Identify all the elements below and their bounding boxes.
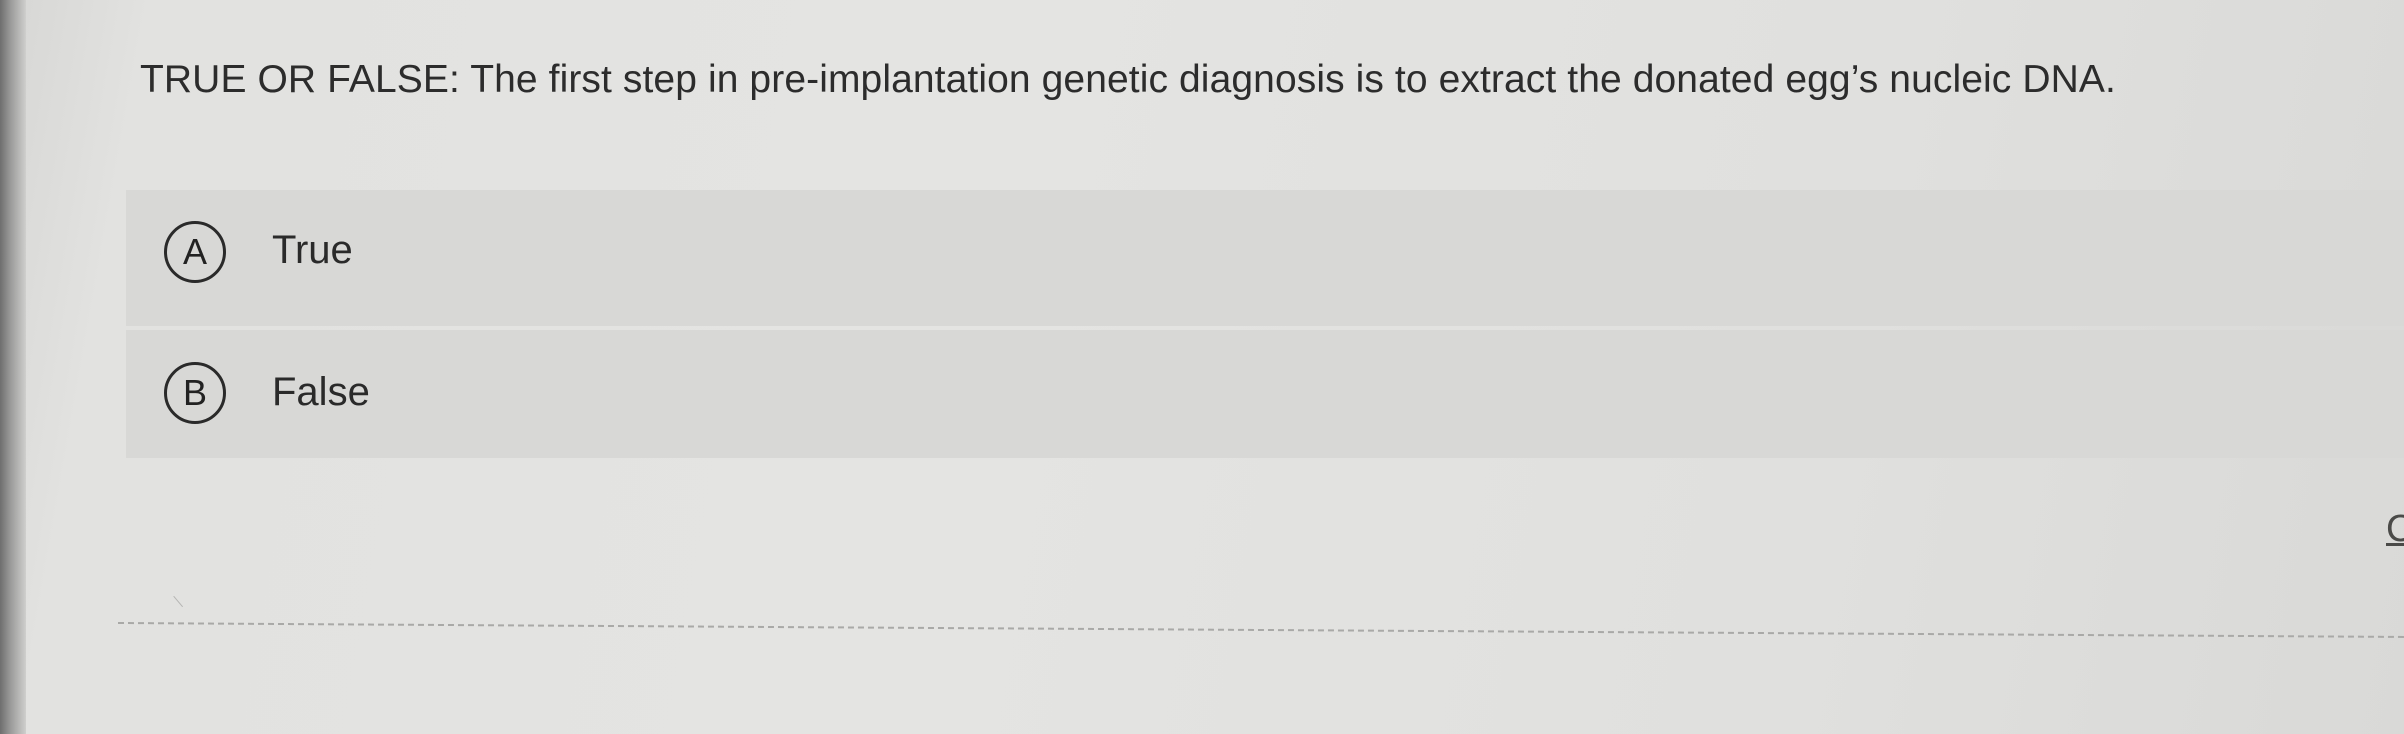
option-letter-a: A	[164, 221, 226, 283]
stray-mark	[173, 586, 194, 608]
answer-option-b[interactable]: B False	[126, 330, 2404, 458]
question-text: TRUE OR FALSE: The first step in pre-imp…	[140, 58, 2116, 101]
screen-bezel-edge	[0, 0, 26, 734]
option-letter-b: B	[164, 362, 226, 424]
option-label-b: False	[272, 370, 370, 414]
option-label-a: True	[272, 228, 353, 272]
partial-link-text[interactable]: C	[2386, 508, 2404, 548]
answer-option-a[interactable]: A True	[126, 190, 2404, 326]
dashed-divider	[117, 622, 2404, 638]
partial-link-glyph[interactable]: C	[2386, 508, 2404, 548]
